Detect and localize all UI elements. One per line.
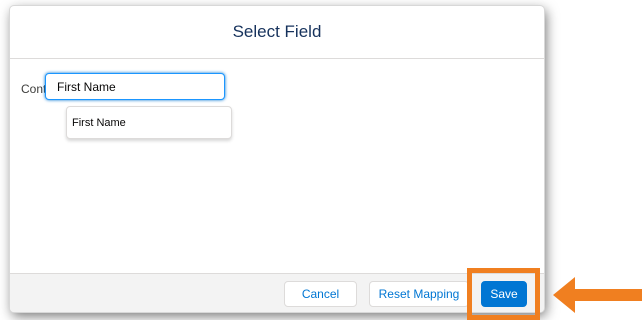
reset-mapping-button[interactable]: Reset Mapping xyxy=(369,281,469,307)
modal-footer: Cancel Reset Mapping Save xyxy=(10,273,544,312)
cancel-button[interactable]: Cancel xyxy=(284,281,357,307)
field-search-input[interactable] xyxy=(45,73,225,100)
select-field-modal: Select Field Contact First Name Cancel R… xyxy=(10,6,544,312)
save-highlight-box xyxy=(467,268,540,320)
arrow-left-icon xyxy=(553,277,642,313)
modal-title: Select Field xyxy=(232,22,322,41)
modal-body: Contact First Name xyxy=(10,59,544,273)
field-dropdown: First Name xyxy=(66,106,232,139)
modal-header: Select Field xyxy=(10,6,544,59)
dropdown-option-first-name[interactable]: First Name xyxy=(67,107,231,138)
